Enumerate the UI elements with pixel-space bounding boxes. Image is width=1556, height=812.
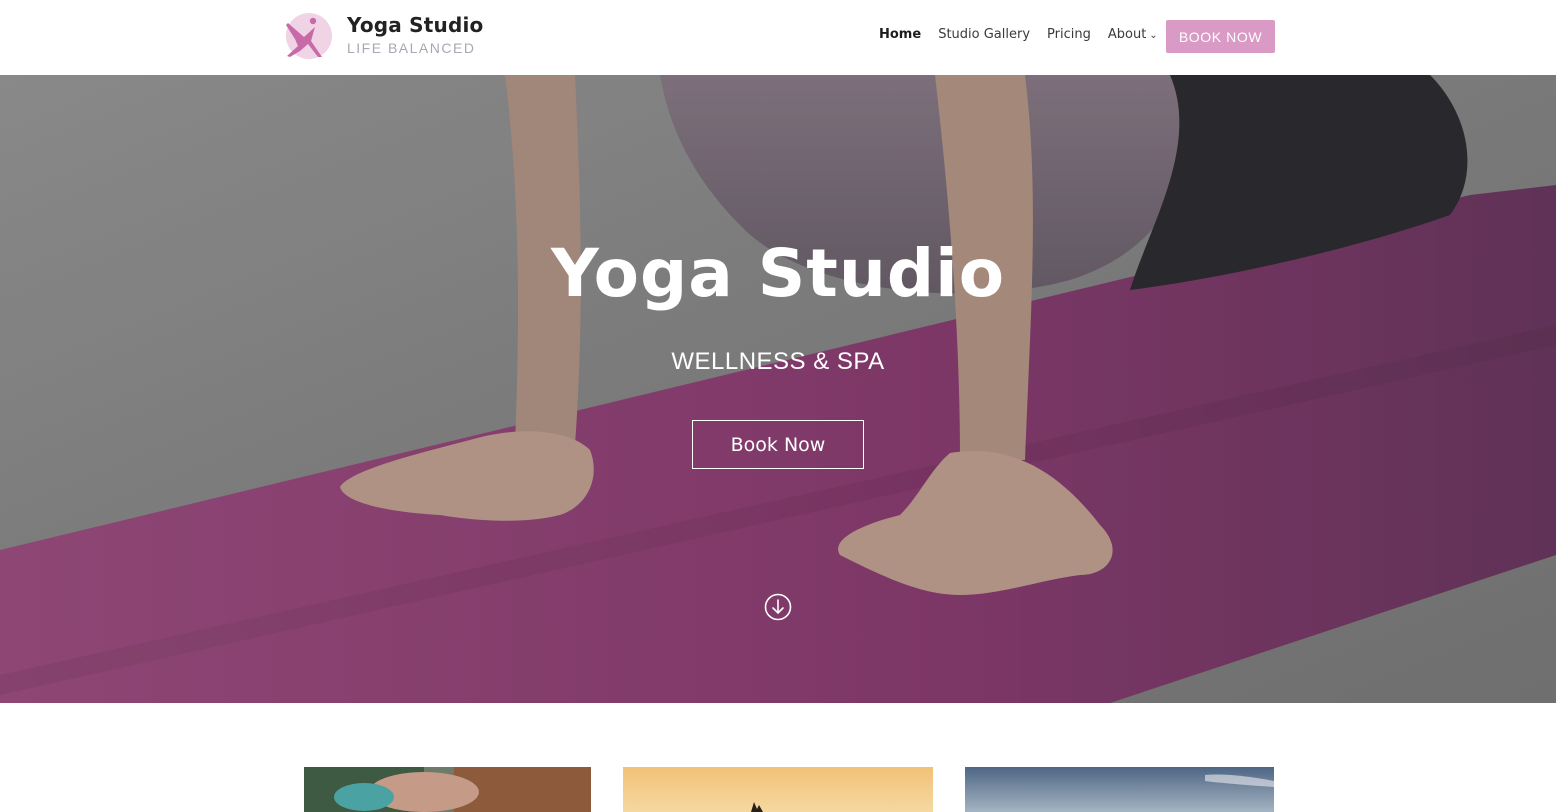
feature-card-image-2[interactable] xyxy=(623,767,933,812)
nav-studio-gallery[interactable]: Studio Gallery xyxy=(938,27,1030,42)
brand-title[interactable]: Yoga Studio xyxy=(347,13,483,37)
main-nav: Home Studio Gallery Pricing About ⌄ xyxy=(879,27,1175,42)
arrow-down-circle-icon[interactable] xyxy=(764,593,792,621)
nav-about[interactable]: About ⌄ xyxy=(1108,27,1158,42)
hero-book-now-button[interactable]: Book Now xyxy=(692,420,864,469)
hero-title: Yoga Studio xyxy=(550,235,1006,312)
card-1-photo xyxy=(304,767,591,812)
brand[interactable]: Yoga Studio LIFE BALANCED xyxy=(347,13,483,56)
brand-tagline: LIFE BALANCED xyxy=(347,40,476,56)
nav-about-label: About xyxy=(1107,27,1147,42)
hero-subtitle: WELLNESS & SPA xyxy=(671,348,885,375)
feature-card-image-3[interactable] xyxy=(965,767,1274,812)
nav-home[interactable]: Home xyxy=(879,27,921,42)
site-header: Yoga Studio LIFE BALANCED Home Studio Ga… xyxy=(0,0,1556,75)
feature-card-image-1[interactable] xyxy=(304,767,591,812)
chevron-down-icon: ⌄ xyxy=(1149,30,1158,41)
yoga-pose-icon[interactable] xyxy=(282,11,332,61)
nav-pricing[interactable]: Pricing xyxy=(1047,27,1091,42)
hero-section: Yoga Studio WELLNESS & SPA Book Now xyxy=(0,75,1556,703)
book-now-button[interactable]: BOOK NOW xyxy=(1166,20,1275,53)
card-3-photo xyxy=(965,767,1274,812)
card-2-photo xyxy=(623,767,933,812)
